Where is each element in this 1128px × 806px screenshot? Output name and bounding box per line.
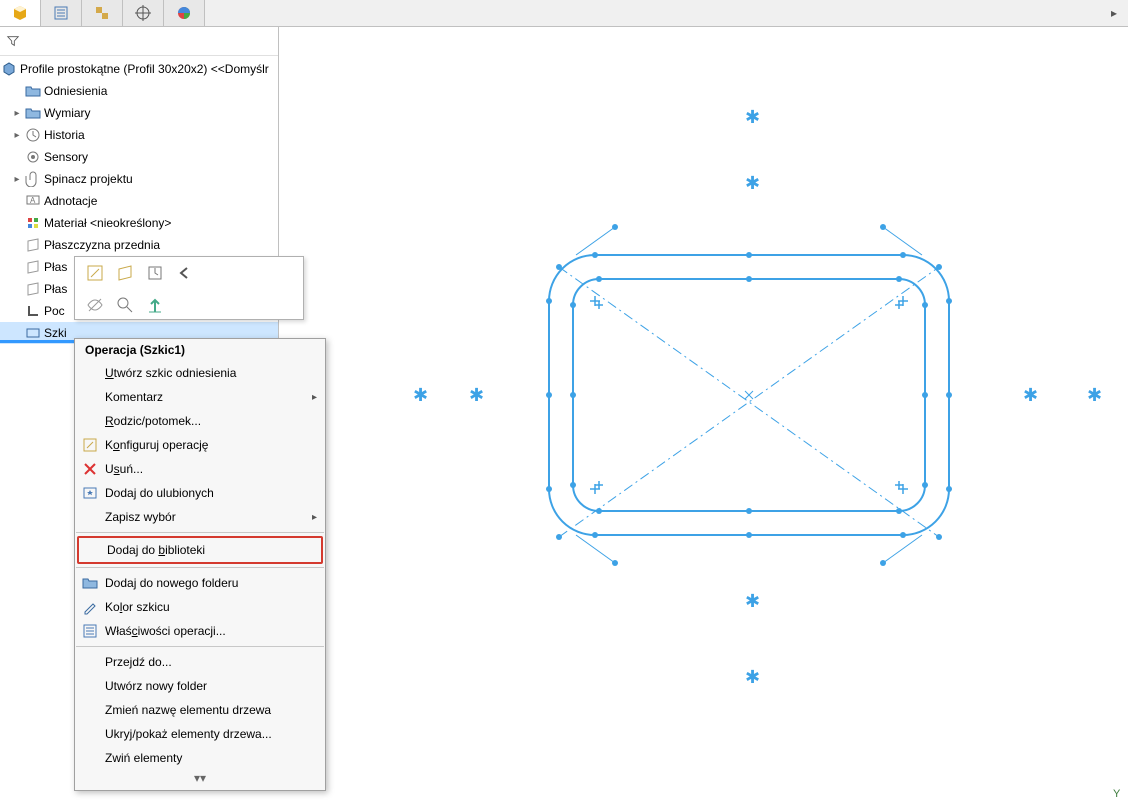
ctx-btn-rollback[interactable]	[175, 263, 195, 283]
properties-icon	[81, 623, 99, 639]
sensor-icon	[24, 149, 42, 165]
tree-filter-row[interactable]	[0, 27, 278, 56]
cube-icon	[12, 5, 28, 21]
ctx-btn-normal-to[interactable]	[145, 295, 165, 315]
origin-icon	[24, 303, 42, 319]
ctx-btn-zoom[interactable]	[115, 295, 135, 315]
ctx-btn-edit-sketch[interactable]	[85, 263, 105, 283]
svg-text:✱: ✱	[745, 669, 760, 689]
material-icon	[24, 215, 42, 231]
graphics-area[interactable]: ✱ ✱ ✱✱ ✱✱ ✱ ✱ Y	[279, 27, 1128, 779]
sketch-icon	[24, 325, 42, 341]
menu-item-zwin[interactable]: Zwiń elementy	[75, 746, 325, 770]
svg-text:✱: ✱	[1023, 387, 1038, 407]
context-menu: Operacja (Szkic1) Utwórz szkic odniesien…	[74, 338, 326, 791]
svg-text:✱: ✱	[413, 387, 428, 407]
menu-item-konfiguruj[interactable]: Konfiguruj operację	[75, 433, 325, 457]
menu-item-zmien-nazwe[interactable]: Zmień nazwę elementu drzewa	[75, 698, 325, 722]
funnel-icon	[6, 34, 20, 48]
ctx-btn-edit-sketch-plane[interactable]	[115, 263, 135, 283]
tree-root[interactable]: Profile prostokątne (Profil 30x20x2) <<D…	[0, 58, 278, 80]
config-icon	[94, 5, 110, 21]
appearance-icon	[176, 5, 192, 21]
history-icon	[24, 127, 42, 143]
clip-icon	[24, 171, 42, 187]
app-root: ▸ Profile prostokątne (Profil 30x20x2) <…	[0, 0, 1128, 779]
tab-feature-manager[interactable]	[0, 0, 41, 26]
annotation-icon: A	[24, 193, 42, 209]
tree-item-plane-front[interactable]: Płaszczyzna przednia	[0, 234, 278, 256]
menu-item-zapisz-wybor[interactable]: Zapisz wybór▸	[75, 505, 325, 529]
menu-separator	[76, 532, 324, 533]
ctx-btn-hide[interactable]	[85, 295, 105, 315]
svg-text:✱: ✱	[1087, 387, 1102, 407]
config-edit-icon	[81, 437, 99, 453]
menu-item-dodaj-biblioteka-highlighted[interactable]: Dodaj do biblioteki	[77, 536, 323, 564]
tree-item-material[interactable]: Materiał <nieokreślony>	[0, 212, 278, 234]
menu-expand-chevrons[interactable]: ▾▾	[75, 770, 325, 786]
tab-property-manager[interactable]	[41, 0, 82, 26]
menu-item-dodaj-ulubione[interactable]: Dodaj do ulubionych	[75, 481, 325, 505]
svg-text:A: A	[30, 196, 36, 205]
panel-tabbar: ▸	[0, 0, 1128, 27]
axis-label-y: Y	[1113, 788, 1121, 800]
plane-icon	[24, 259, 42, 275]
tree-item-sensory[interactable]: Sensory	[0, 146, 278, 168]
folder-icon	[24, 83, 42, 99]
tree-item-adnotacje[interactable]: A Adnotacje	[0, 190, 278, 212]
list-icon	[53, 5, 69, 21]
ctx-btn-suppress[interactable]	[145, 263, 165, 283]
sketch-svg: ✱ ✱ ✱ ✱ ✱ ✱ ✱ ✱ Y	[279, 27, 1128, 806]
menu-item-dodaj-folder[interactable]: Dodaj do nowego folderu	[75, 571, 325, 595]
menu-item-create-ref-sketch[interactable]: Utwórz szkic odniesienia	[75, 361, 325, 385]
menu-separator	[76, 567, 324, 568]
menu-item-utworz-folder[interactable]: Utwórz nowy folder	[75, 674, 325, 698]
favorite-icon	[81, 485, 99, 501]
plane-icon	[24, 281, 42, 297]
target-icon	[135, 5, 151, 21]
tabbar-overflow[interactable]: ▸	[1100, 6, 1128, 20]
context-menu-header: Operacja (Szkic1)	[75, 339, 325, 361]
svg-text:✱: ✱	[469, 387, 484, 407]
tree-item-odniesienia[interactable]: Odniesienia	[0, 80, 278, 102]
svg-text:✱: ✱	[745, 593, 760, 613]
folder-icon	[24, 105, 42, 121]
delete-icon	[81, 461, 99, 477]
menu-item-usun[interactable]: Usuń...	[75, 457, 325, 481]
tab-configuration-manager[interactable]	[82, 0, 123, 26]
tree-item-wymiary[interactable]: ▸ Wymiary	[0, 102, 278, 124]
part-icon	[0, 61, 18, 77]
tree-item-historia[interactable]: ▸ Historia	[0, 124, 278, 146]
menu-item-rodzic[interactable]: Rodzic/potomek...	[75, 409, 325, 433]
menu-item-komentarz[interactable]: Komentarz▸	[75, 385, 325, 409]
tree-item-spinacz[interactable]: ▸ Spinacz projektu	[0, 168, 278, 190]
menu-item-kolor-szkicu[interactable]: Kolor szkicu	[75, 595, 325, 619]
plane-icon	[24, 237, 42, 253]
tab-dimxpert[interactable]	[123, 0, 164, 26]
menu-item-ukryj-pokaz[interactable]: Ukryj/pokaż elementy drzewa...	[75, 722, 325, 746]
menu-item-wlasciwosci[interactable]: Właściwości operacji...	[75, 619, 325, 643]
menu-separator	[76, 646, 324, 647]
menu-item-przejdz[interactable]: Przejdź do...	[75, 650, 325, 674]
svg-text:✱: ✱	[745, 109, 760, 129]
pencil-icon	[81, 599, 99, 615]
tab-display-manager[interactable]	[164, 0, 205, 26]
tree-root-label: Profile prostokątne (Profil 30x20x2) <<D…	[20, 62, 269, 76]
svg-text:✱: ✱	[745, 175, 760, 195]
selection-edge-highlight	[0, 340, 74, 343]
folder-icon	[81, 575, 99, 591]
context-toolbar	[74, 256, 304, 320]
